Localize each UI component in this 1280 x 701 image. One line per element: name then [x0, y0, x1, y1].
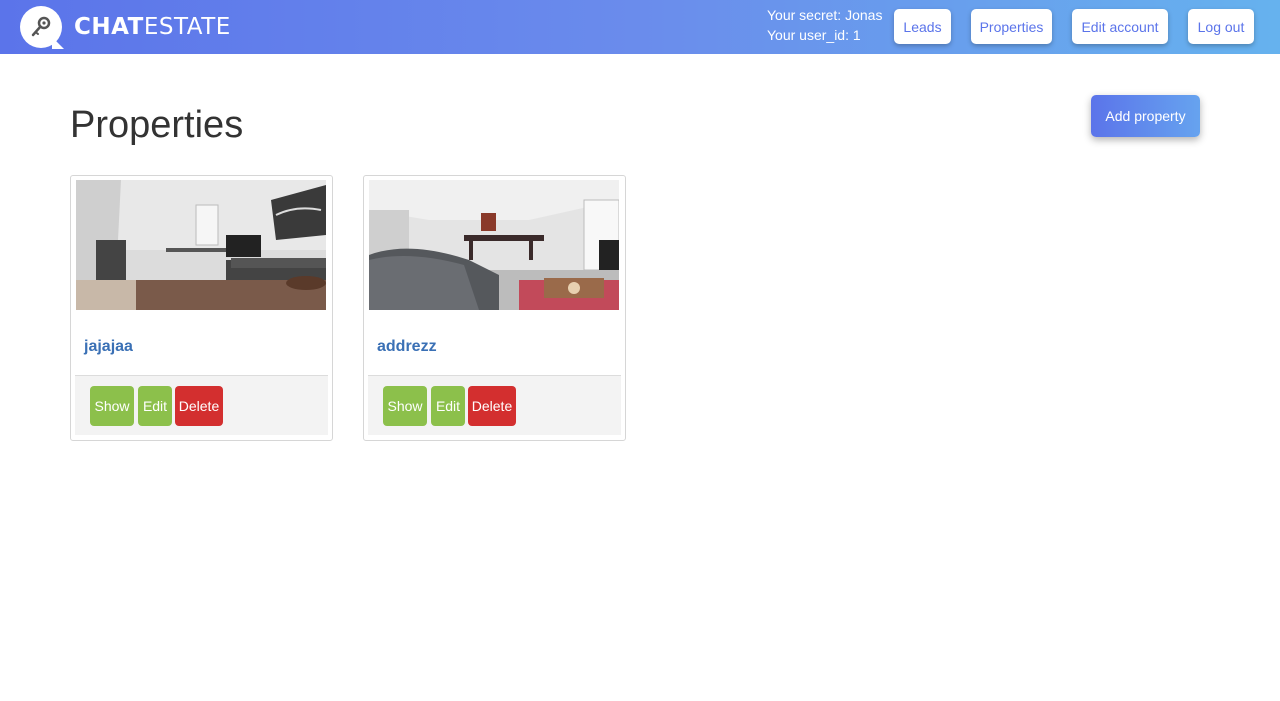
brand-logo[interactable]: CHATESTATE: [20, 5, 231, 49]
property-photo[interactable]: [76, 180, 326, 310]
property-name-link[interactable]: addrezz: [377, 338, 437, 356]
delete-button[interactable]: Delete: [468, 386, 516, 426]
card-actions: Show Edit Delete: [75, 375, 328, 435]
delete-button[interactable]: Delete: [175, 386, 223, 426]
chat-bubble-icon: [20, 6, 64, 49]
property-photo[interactable]: [369, 180, 619, 310]
add-property-button[interactable]: Add property: [1091, 95, 1200, 137]
property-card: jajajaa Show Edit Delete: [70, 175, 333, 441]
edit-button[interactable]: Edit: [138, 386, 172, 426]
user-id-text: Your user_id: 1: [767, 27, 861, 43]
nav-properties-button[interactable]: Properties: [971, 9, 1052, 44]
brand-name: CHATESTATE: [74, 14, 231, 40]
brand-name-light: ESTATE: [143, 14, 231, 40]
show-button[interactable]: Show: [383, 386, 427, 426]
page-title: Properties: [70, 104, 244, 146]
nav-edit-account-button[interactable]: Edit account: [1072, 9, 1168, 44]
show-button[interactable]: Show: [90, 386, 134, 426]
brand-name-bold: CHAT: [74, 14, 144, 40]
nav-logout-button[interactable]: Log out: [1188, 9, 1254, 44]
property-name-link[interactable]: jajajaa: [84, 338, 133, 356]
property-card: addrezz Show Edit Delete: [363, 175, 626, 441]
key-icon: [31, 16, 51, 37]
user-secret-text: Your secret: Jonas: [767, 7, 883, 23]
card-actions: Show Edit Delete: [368, 375, 621, 435]
nav-leads-button[interactable]: Leads: [894, 9, 951, 44]
edit-button[interactable]: Edit: [431, 386, 465, 426]
user-info: Your secret: Jonas Your user_id: 1: [767, 5, 882, 45]
top-navbar: CHATESTATE Your secret: Jonas Your user_…: [0, 0, 1280, 54]
